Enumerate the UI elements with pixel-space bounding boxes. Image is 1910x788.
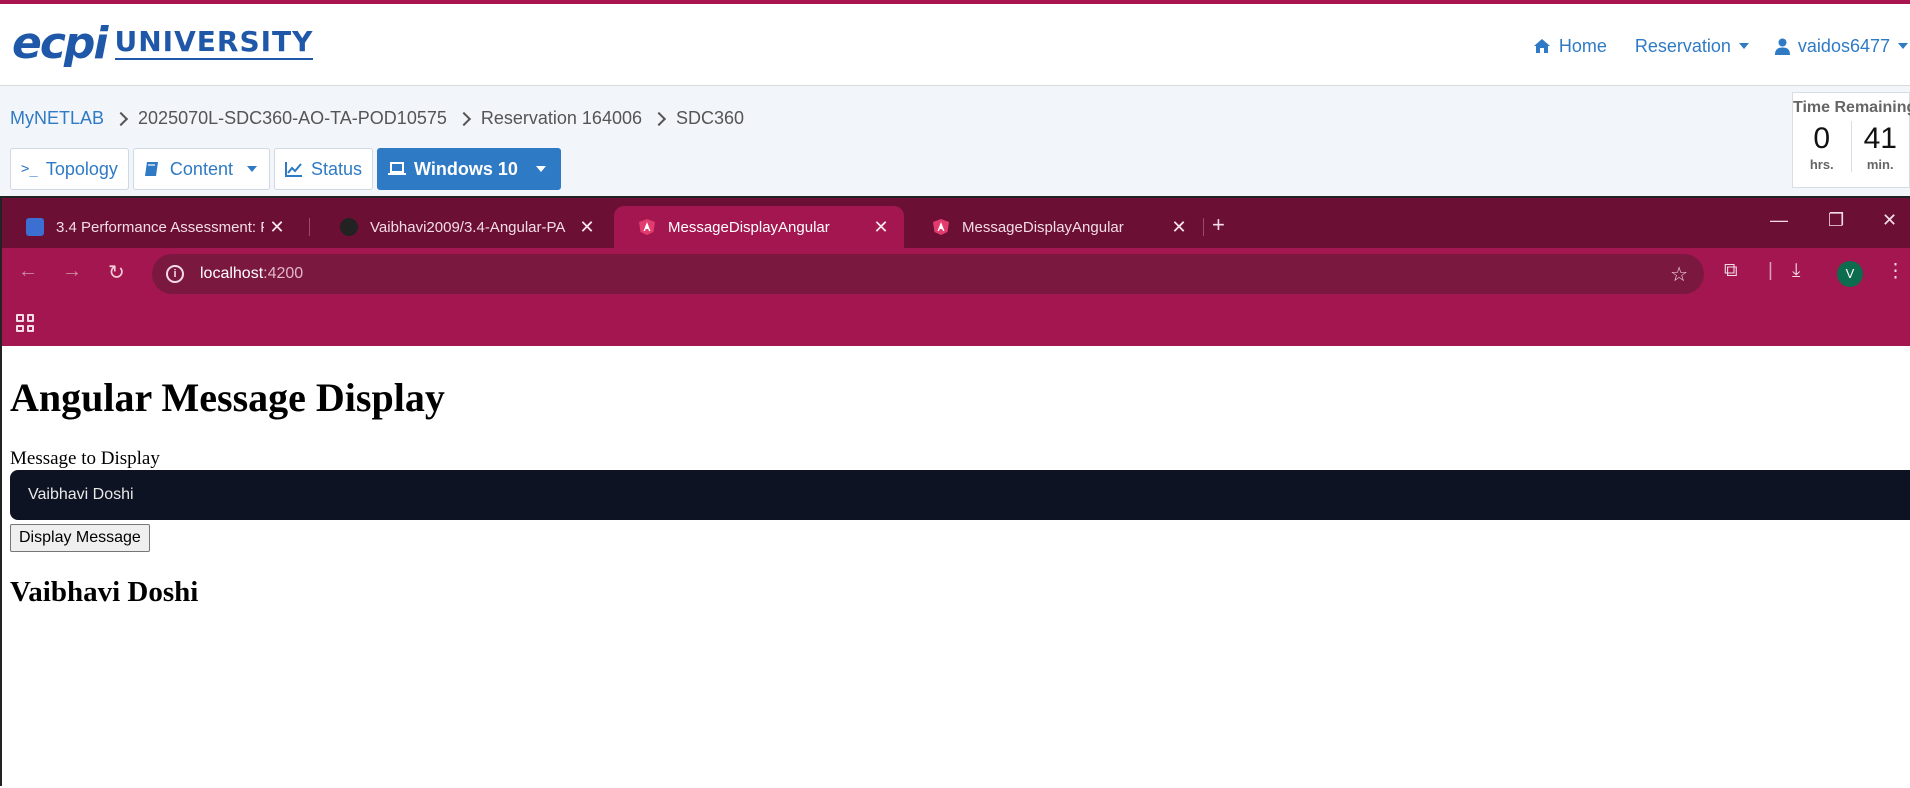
caret-down-icon (246, 166, 257, 172)
displayed-message: Vaibhavi Doshi (10, 576, 199, 608)
browser-tab[interactable]: 3.4 Performance Assessment: Fr ✕ (2, 206, 300, 248)
hours-unit: hrs. (1809, 157, 1834, 172)
browser-tab-active[interactable]: MessageDisplayAngular ✕ (614, 206, 904, 248)
terminal-icon: >_ (21, 161, 38, 177)
tab-divider (309, 218, 310, 236)
minutes-cell: 41 min. (1850, 121, 1910, 172)
status-button[interactable]: Status (273, 148, 373, 190)
url-port: :4200 (263, 265, 304, 282)
back-arrow-icon[interactable]: ← (18, 260, 38, 283)
tab-title: MessageDisplayAngular (962, 218, 1124, 236)
restore-icon[interactable]: ❐ (1828, 210, 1844, 231)
chevron-right-icon (456, 111, 471, 126)
book-icon (144, 162, 158, 176)
new-tab-icon[interactable]: + (1212, 212, 1225, 238)
nav-reservation-dropdown[interactable]: Reservation (1635, 36, 1749, 57)
close-tab-icon[interactable]: ✕ (574, 217, 600, 238)
home-icon (1533, 39, 1550, 53)
hours-value: 0 (1813, 122, 1831, 155)
breadcrumb-mynetlab[interactable]: MyNETLAB (10, 108, 104, 129)
caret-down-icon (1738, 43, 1749, 49)
top-nav: Home Reservation vaidos6477 (1533, 32, 1910, 60)
user-name: vaidos6477 (1797, 35, 1890, 56)
tab-title: MessageDisplayAngular (668, 218, 830, 236)
caret-down-icon (1898, 43, 1908, 49)
browser-tabstrip: 3.4 Performance Assessment: Fr ✕ Vaibhav… (2, 198, 1910, 248)
url-host: localhost (200, 265, 264, 282)
portal-header: ecpi UNIVERSITY Home Reservation vaidos6… (0, 0, 1910, 86)
logo-mark: ecpi (12, 18, 109, 69)
profile-avatar[interactable]: V (1837, 261, 1863, 287)
reload-icon[interactable]: ↻ (108, 260, 125, 285)
github-favicon-icon (340, 218, 358, 236)
angular-favicon-icon (933, 219, 949, 235)
topology-button[interactable]: >_ Topology (10, 148, 129, 190)
toolbar-divider: | (1768, 260, 1773, 281)
tab-divider (1203, 218, 1204, 236)
tab-title: Vaibhavi2009/3.4-Angular-PA (370, 218, 566, 236)
user-icon (1774, 38, 1790, 55)
breadcrumb-pod: 2025070L-SDC360-AO-TA-POD10575 (138, 108, 447, 128)
url-text: localhost:4200 (200, 265, 303, 283)
time-remaining-title: Time Remaining (1793, 99, 1910, 116)
cast-search-icon[interactable]: ⧉ (1724, 260, 1738, 282)
content-dropdown-button[interactable]: Content (132, 148, 270, 190)
windows10-label: Windows 10 (414, 158, 518, 179)
breadcrumb: MyNETLAB 2025070L-SDC360-AO-TA-POD10575 … (10, 108, 744, 129)
more-menu-icon[interactable]: ⋮ (1886, 260, 1905, 283)
bookmarks-bar (2, 300, 1910, 346)
ecpi-logo[interactable]: ecpi UNIVERSITY (12, 18, 314, 70)
display-message-button[interactable]: Display Message (10, 524, 150, 552)
message-label: Message to Display (10, 448, 160, 469)
breadcrumb-course: SDC360 (676, 108, 745, 128)
chevron-right-icon (651, 111, 667, 126)
forward-arrow-icon[interactable]: → (62, 260, 82, 283)
content-label: Content (169, 158, 233, 179)
page-heading: Angular Message Display (10, 375, 445, 420)
apps-grid-icon[interactable] (16, 314, 34, 332)
angular-favicon-icon (639, 219, 655, 235)
browser-tab[interactable]: Vaibhavi2009/3.4-Angular-PA ✕ (316, 206, 610, 248)
minutes-unit: min. (1866, 157, 1894, 172)
tab-title: 3.4 Performance Assessment: Fr (56, 218, 264, 236)
close-tab-icon[interactable]: ✕ (868, 217, 894, 238)
shield-favicon-icon (26, 218, 44, 236)
close-window-icon[interactable]: ✕ (1882, 210, 1897, 231)
status-label: Status (310, 158, 362, 179)
web-page-content: Angular Message Display Message to Displ… (2, 346, 1910, 788)
laptop-icon (388, 162, 406, 175)
hours-cell: 0 hrs. (1793, 121, 1851, 172)
breadcrumb-reservation: Reservation 164006 (480, 108, 642, 128)
remote-desktop-viewport[interactable]: 3.4 Performance Assessment: Fr ✕ Vaibhav… (0, 196, 1910, 788)
caret-down-icon (535, 166, 546, 172)
topology-label: Topology (45, 158, 118, 179)
lab-bar: MyNETLAB 2025070L-SDC360-AO-TA-POD10575 … (0, 86, 1910, 196)
close-tab-icon[interactable]: ✕ (1166, 217, 1192, 238)
address-bar[interactable]: i localhost:4200 ☆ (152, 254, 1704, 294)
nav-reservation-label: Reservation (1634, 35, 1731, 56)
browser-tab[interactable]: MessageDisplayAngular ✕ (908, 206, 1202, 248)
download-icon[interactable]: ⤓ (1792, 260, 1800, 282)
logo-wordmark: UNIVERSITY (114, 25, 314, 60)
minutes-value: 41 (1863, 122, 1897, 155)
message-input[interactable]: Vaibhavi Doshi (10, 470, 1910, 520)
close-tab-icon[interactable]: ✕ (264, 217, 290, 238)
lab-toolbar: >_ Topology Content Status Windows 10 (10, 148, 561, 190)
chevron-right-icon (113, 111, 129, 126)
nav-home-label: Home (1558, 35, 1607, 56)
line-chart-icon (284, 162, 302, 177)
bookmark-star-icon[interactable]: ☆ (1670, 262, 1688, 287)
windows10-dropdown-button[interactable]: Windows 10 (377, 148, 561, 190)
time-remaining-panel: Time Remaining 0 hrs. 41 min. (1792, 92, 1910, 188)
site-info-icon[interactable]: i (166, 265, 184, 283)
nav-home[interactable]: Home (1533, 36, 1607, 57)
user-menu[interactable]: vaidos6477 (1774, 35, 1908, 57)
browser-toolbar: ← → ↻ i localhost:4200 ☆ ⧉ | ⤓ V ⋮ (2, 248, 1910, 300)
time-remaining-values: 0 hrs. 41 min. (1793, 121, 1909, 172)
minimize-icon[interactable]: — (1770, 210, 1788, 231)
